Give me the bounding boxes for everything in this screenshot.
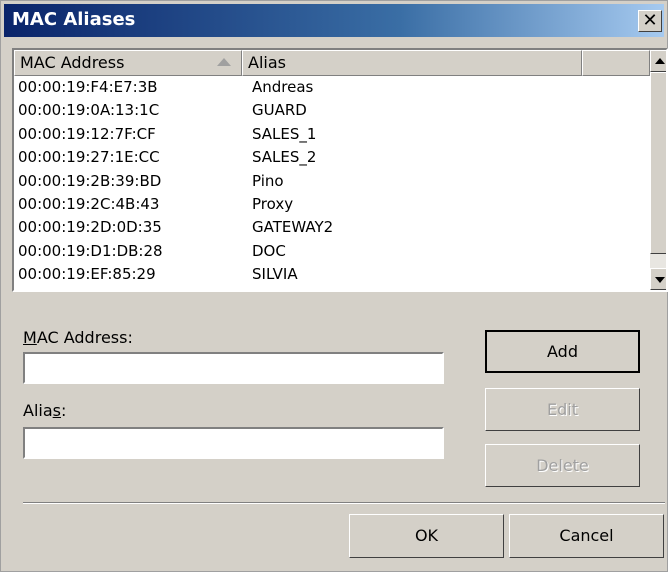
cancel-button[interactable]: Cancel [509,514,664,558]
table-row[interactable]: 00:00:19:2D:0D:35 GATEWAY2 [14,216,650,239]
separator [23,502,665,504]
list-header: MAC Address Alias [14,50,650,76]
alias-cell: SALES_2 [252,148,317,167]
window-title: MAC Aliases [12,9,136,30]
alias-cell: GUARD [252,101,307,120]
mac-address-cell: 00:00:19:F4:E7:3C [18,287,158,290]
table-row[interactable]: 00:00:19:F4:E7:3B Andreas [14,76,650,99]
alias-label-text-start: Alia [23,401,53,420]
mac-address-cell: 00:00:19:0A:13:1C [18,101,160,120]
vertical-scrollbar[interactable] [650,50,666,290]
alias-cell: SILVIA [252,265,298,284]
mac-address-cell: 00:00:19:12:7F:CF [18,124,156,143]
arrow-down-icon [655,277,665,283]
mac-address-label-mnemonic: M [23,328,37,347]
alias-label-mnemonic: s [52,401,61,420]
list-rows: 00:00:19:F4:E7:3B Andreas 00:00:19:0A:13:1… [14,76,650,290]
scroll-up-button[interactable] [650,50,666,72]
alias-cell: STATION_X [252,287,333,290]
column-header-alias[interactable]: Alias [242,50,582,76]
table-row[interactable]: 00:00:19:27:1E:CC SALES_2 [14,146,650,169]
alias-label-text-end: : [60,401,67,420]
table-row[interactable]: 00:00:19:12:7F:CF SALES_1 [14,123,650,146]
mac-address-cell: 00:00:19:D1:DB:28 [18,241,163,260]
title-bar: MAC Aliases ✕ [4,4,664,37]
mac-address-cell: 00:00:19:2C:4B:43 [18,194,160,213]
edit-button[interactable]: Edit [485,388,640,431]
alias-cell: GATEWAY2 [252,218,334,237]
column-header-label: Alias [248,53,286,72]
ok-button[interactable]: OK [349,514,504,558]
mac-address-cell: 00:00:19:2D:0D:35 [18,218,162,237]
mac-alias-list[interactable]: MAC Address Alias 00:00:19:F4:E7:3B Andre… [12,48,668,292]
sort-ascending-icon [217,58,231,66]
add-button[interactable]: Add [485,330,640,373]
mac-address-cell: 00:00:19:F4:E7:3B [18,78,158,96]
close-icon: ✕ [642,10,658,31]
delete-button[interactable]: Delete [485,444,640,487]
alias-cell: DOC [252,241,286,260]
arrow-up-icon [655,58,665,64]
mac-address-cell: 00:00:19:EF:85:29 [18,265,156,284]
scroll-down-button[interactable] [650,268,666,290]
alias-cell: Pino [252,171,284,190]
close-button[interactable]: ✕ [638,10,662,32]
alias-cell: Proxy [252,194,294,213]
table-row[interactable]: 00:00:19:F4:E7:3C STATION_X [14,287,650,290]
alias-label: Alias: [23,401,66,420]
table-row[interactable]: 00:00:19:2C:4B:43 Proxy [14,193,650,216]
alias-input[interactable] [23,427,444,459]
table-row[interactable]: 00:00:19:0A:13:1C GUARD [14,99,650,122]
mac-aliases-dialog: MAC Aliases ✕ MAC Address Alias 00:00:19… [0,0,668,572]
column-header-filler [582,50,650,76]
mac-address-cell: 00:00:19:27:1E:CC [18,148,160,167]
mac-address-input[interactable] [23,352,444,384]
alias-cell: Andreas [252,78,314,96]
scroll-thumb[interactable] [650,72,666,254]
alias-cell: SALES_1 [252,124,317,143]
mac-address-label: MAC Address: [23,328,133,347]
table-row[interactable]: 00:00:19:EF:85:29 SILVIA [14,263,650,286]
mac-address-label-text: AC Address: [36,328,133,347]
column-header-mac-address[interactable]: MAC Address [14,50,242,76]
column-header-label: MAC Address [20,53,125,72]
table-row[interactable]: 00:00:19:D1:DB:28 DOC [14,240,650,263]
table-row[interactable]: 00:00:19:2B:39:BD Pino [14,170,650,193]
mac-address-cell: 00:00:19:2B:39:BD [18,171,162,190]
